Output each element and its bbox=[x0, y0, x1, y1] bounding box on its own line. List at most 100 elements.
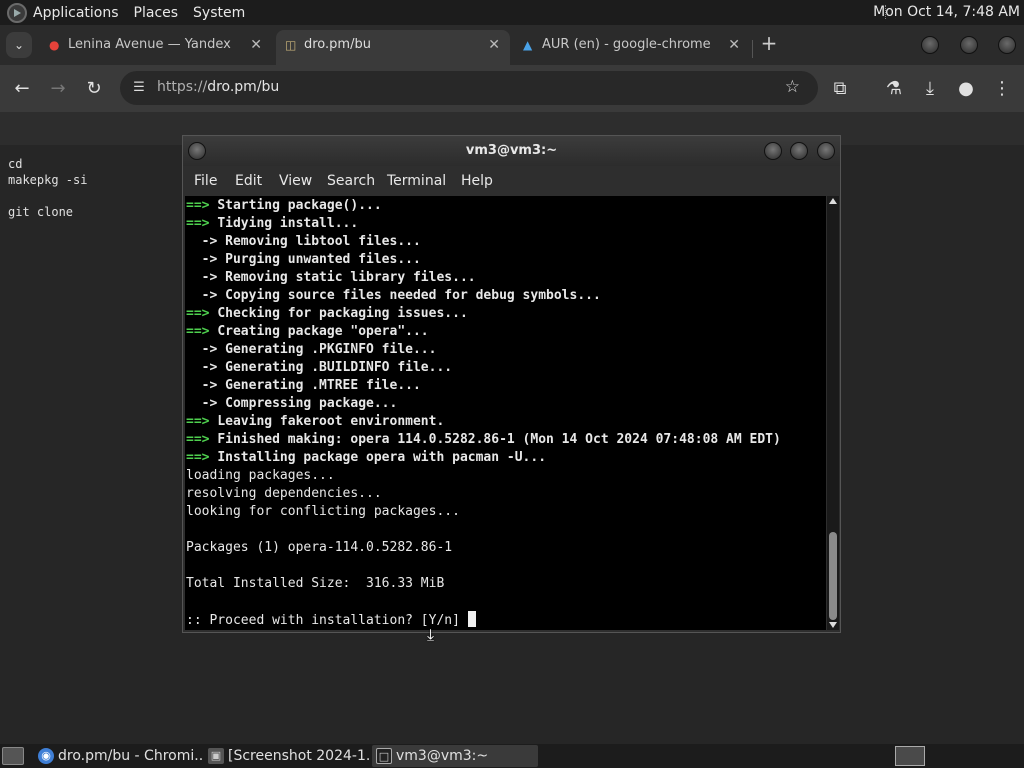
menu-system[interactable]: System bbox=[193, 5, 245, 21]
line-prefix: -> bbox=[186, 270, 226, 285]
line-text: Checking for packaging issues... bbox=[217, 306, 468, 321]
terminal-maximize-button[interactable] bbox=[790, 142, 808, 160]
forward-arrow-icon[interactable]: → bbox=[46, 77, 70, 101]
mouse-pointer-icon: ⤓ bbox=[427, 625, 435, 644]
terminal-line: ==> Leaving fakeroot environment. bbox=[186, 413, 444, 431]
line-text: Generating .PKGINFO file... bbox=[225, 342, 437, 357]
terminal-line: ==> Starting package()... bbox=[186, 197, 382, 215]
menu-terminal[interactable]: Terminal bbox=[387, 173, 446, 189]
menu-file[interactable]: File bbox=[194, 173, 217, 189]
terminal-scrollbar[interactable] bbox=[827, 196, 839, 630]
terminal-line: Total Installed Size: 316.33 MiB bbox=[186, 575, 444, 593]
line-text: Removing libtool files... bbox=[225, 234, 421, 249]
taskbar-item-screenshot[interactable]: ▣ [Screenshot 2024-1... bbox=[204, 745, 370, 767]
line-text: Tidying install... bbox=[217, 216, 359, 231]
top-panel: Applications Places System Mon Oct 14, 7… bbox=[0, 0, 1024, 25]
tab-yandex-maps[interactable]: ● Lenina Avenue — Yandex Ma ✕ bbox=[40, 30, 272, 65]
maximize-button[interactable] bbox=[960, 36, 978, 54]
line-text: Generating .BUILDINFO file... bbox=[225, 360, 453, 375]
tab-divider bbox=[752, 40, 753, 58]
line-text: resolving dependencies... bbox=[186, 486, 382, 501]
map-pin-icon: ● bbox=[49, 38, 60, 52]
menu-places[interactable]: Places bbox=[134, 5, 179, 21]
terminal-line: ==> Finished making: opera 114.0.5282.86… bbox=[186, 431, 781, 449]
terminal-close-button[interactable] bbox=[817, 142, 835, 160]
line-text: Copying source files needed for debug sy… bbox=[225, 288, 601, 303]
tab-search-button[interactable]: ⌄ bbox=[6, 32, 32, 58]
extensions-icon[interactable]: ⧉ bbox=[828, 77, 852, 101]
line-text: Creating package "opera"... bbox=[217, 324, 429, 339]
menu-view[interactable]: View bbox=[279, 173, 312, 189]
menu-search[interactable]: Search bbox=[327, 173, 375, 189]
browser-tab-bar: ⌄ ● Lenina Avenue — Yandex Ma ✕ ◫ dro.pm… bbox=[0, 25, 1024, 65]
tab-title: dro.pm/bu bbox=[304, 37, 371, 52]
distro-logo-icon[interactable] bbox=[7, 2, 27, 23]
minimize-button[interactable] bbox=[921, 36, 939, 54]
kebab-menu-icon[interactable]: ⋮ bbox=[990, 77, 1014, 101]
new-tab-button[interactable]: + bbox=[758, 33, 780, 55]
show-desktop-button[interactable] bbox=[2, 747, 24, 765]
menu-edit[interactable]: Edit bbox=[235, 173, 262, 189]
plus-icon: + bbox=[760, 31, 778, 55]
back-arrow-icon[interactable]: ← bbox=[10, 77, 34, 101]
tab-aur[interactable]: ▲ AUR (en) - google-chrome-d ✕ bbox=[514, 30, 750, 65]
scroll-down-arrow-icon[interactable] bbox=[829, 622, 837, 628]
line-prefix: -> bbox=[186, 378, 226, 393]
terminal-line: -> Copying source files needed for debug… bbox=[186, 287, 601, 305]
scroll-up-arrow-icon[interactable] bbox=[829, 198, 837, 204]
line-text: Installing package opera with pacman -U.… bbox=[217, 450, 547, 465]
close-icon[interactable]: ✕ bbox=[250, 30, 262, 60]
line-text: Generating .MTREE file... bbox=[225, 378, 421, 393]
browser-toolbar: ← → ↻ ☰ https://dro.pm/bu ☆ ⧉ ⚗ ⤓ ● ⋮ bbox=[0, 65, 1024, 112]
terminal-output[interactable]: ==> Starting package()... ==> Tidying ins… bbox=[185, 196, 826, 630]
tab-dro-pm[interactable]: ◫ dro.pm/bu ✕ bbox=[276, 30, 510, 65]
panel-clock[interactable]: Mon Oct 14, 7:48 AM bbox=[873, 4, 1020, 20]
page-text: cd makepkg -si git clone bbox=[8, 157, 88, 219]
menu-applications[interactable]: Applications bbox=[33, 5, 119, 21]
site-info-icon[interactable]: ☰ bbox=[128, 77, 150, 99]
download-icon[interactable]: ⤓ bbox=[918, 77, 942, 101]
workspace-switcher[interactable] bbox=[895, 746, 925, 766]
task-label: dro.pm/bu - Chromi... bbox=[58, 748, 204, 764]
line-text: looking for conflicting packages... bbox=[186, 504, 460, 519]
terminal-line: looking for conflicting packages... bbox=[186, 503, 460, 521]
terminal-line: Packages (1) opera-114.0.5282.86-1 bbox=[186, 539, 452, 557]
tab-title: AUR (en) - google-chrome-d bbox=[542, 37, 710, 52]
chromium-icon: ◉ bbox=[38, 748, 54, 764]
close-window-button[interactable] bbox=[998, 36, 1016, 54]
close-icon[interactable]: ✕ bbox=[728, 30, 740, 60]
line-text: Removing static library files... bbox=[225, 270, 476, 285]
line-prefix: ==> bbox=[186, 198, 218, 213]
line-text: Finished making: opera 114.0.5282.86-1 (… bbox=[217, 432, 781, 447]
line-prefix: ==> bbox=[186, 306, 218, 321]
terminal-line: -> Generating .BUILDINFO file... bbox=[186, 359, 452, 377]
reload-icon[interactable]: ↻ bbox=[82, 77, 106, 101]
close-icon[interactable]: ✕ bbox=[488, 30, 500, 60]
address-bar[interactable]: ☰ https://dro.pm/bu ☆ bbox=[120, 71, 818, 105]
taskbar-item-chromium[interactable]: ◉ dro.pm/bu - Chromi... bbox=[34, 745, 204, 767]
line-prefix: -> bbox=[186, 396, 226, 411]
scrollbar-thumb[interactable] bbox=[829, 532, 837, 620]
url-scheme: https:// bbox=[157, 79, 208, 95]
terminal-minimize-button[interactable] bbox=[764, 142, 782, 160]
taskbar-item-terminal[interactable]: □ vm3@vm3:~ bbox=[372, 745, 538, 767]
url-text[interactable]: https://dro.pm/bu bbox=[157, 79, 279, 95]
line-text: Purging unwanted files... bbox=[225, 252, 421, 267]
bottom-panel: ◉ dro.pm/bu - Chromi... ▣ [Screenshot 20… bbox=[0, 744, 1024, 768]
terminal-line: -> Generating .PKGINFO file... bbox=[186, 341, 437, 359]
terminal-line: loading packages... bbox=[186, 467, 335, 485]
menu-help[interactable]: Help bbox=[461, 173, 493, 189]
line-prefix: -> bbox=[186, 342, 226, 357]
labs-flask-icon[interactable]: ⚗ bbox=[882, 77, 906, 101]
window-menu-button[interactable] bbox=[188, 142, 206, 160]
terminal-line: resolving dependencies... bbox=[186, 485, 382, 503]
line-prefix: ==> bbox=[186, 432, 218, 447]
task-label: [Screenshot 2024-1... bbox=[228, 748, 370, 764]
bookmark-star-icon[interactable]: ☆ bbox=[785, 77, 800, 97]
line-text: Packages (1) opera-114.0.5282.86-1 bbox=[186, 540, 453, 555]
arch-logo-icon: ▲ bbox=[523, 38, 533, 52]
folder-icon: ◫ bbox=[285, 38, 297, 52]
profile-avatar-icon[interactable]: ● bbox=[954, 77, 978, 101]
line-prefix: ==> bbox=[186, 414, 218, 429]
terminal-titlebar[interactable]: vm3@vm3:~ bbox=[183, 136, 840, 166]
